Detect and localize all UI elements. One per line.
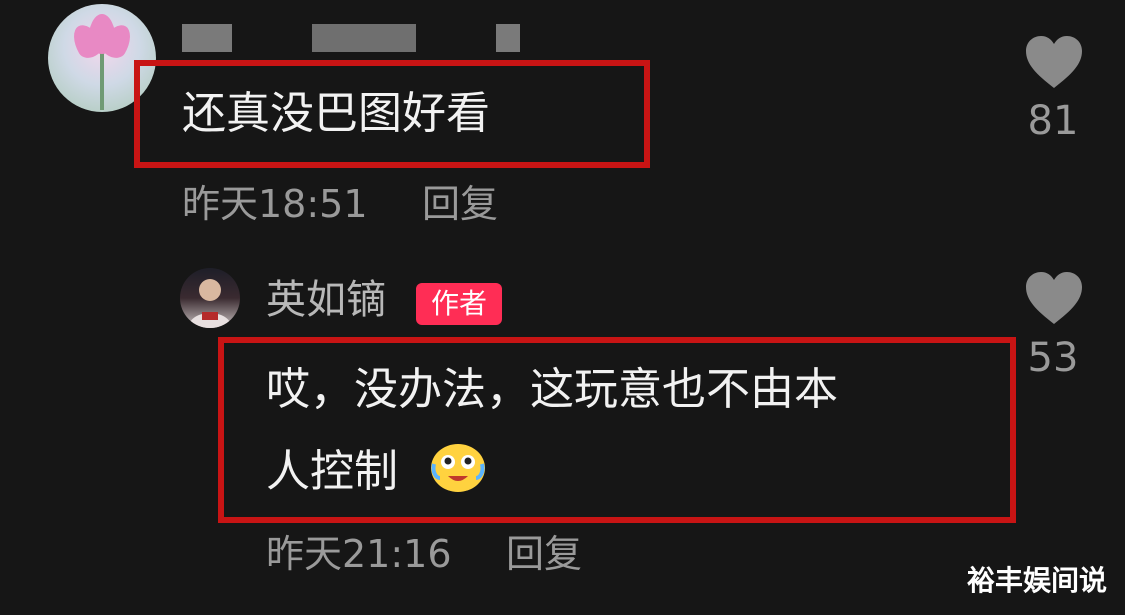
reply-text-line1: 哎，没办法，这玩意也不由本 xyxy=(266,364,838,415)
comment-time: 昨天18:51 xyxy=(182,182,368,226)
author-badge: 作者 xyxy=(416,283,502,325)
username-blurred[interactable] xyxy=(496,24,520,52)
lotus-stem xyxy=(100,50,104,110)
person-avatar-icon xyxy=(188,279,232,328)
username-blurred[interactable] xyxy=(312,24,416,52)
crying-laughing-emoji-icon xyxy=(428,442,488,494)
comment-text: 还真没巴图好看 xyxy=(182,88,490,139)
reply-like-count: 53 xyxy=(1027,335,1079,381)
heart-icon xyxy=(1026,272,1082,324)
comment-reply-button[interactable]: 回复 xyxy=(422,185,498,223)
comment-thread: 还真没巴图好看 昨天18:51 回复 81 英如镝 作者 53 哎，没办法，这玩… xyxy=(0,0,1125,615)
comment-like-button[interactable] xyxy=(1024,34,1084,90)
reply-time: 昨天21:16 xyxy=(266,532,452,576)
heart-icon xyxy=(1026,36,1082,88)
reply-reply-button[interactable]: 回复 xyxy=(506,535,582,573)
reply-like-button[interactable] xyxy=(1024,270,1084,326)
reply-text-line2: 人控制 xyxy=(266,446,398,497)
username-blurred[interactable] xyxy=(182,24,232,52)
comment-like-count: 81 xyxy=(1027,98,1079,144)
author-name[interactable]: 英如镝 xyxy=(266,280,386,320)
watermark: 裕丰娱间说 xyxy=(966,564,1107,597)
author-avatar[interactable] xyxy=(180,268,240,328)
